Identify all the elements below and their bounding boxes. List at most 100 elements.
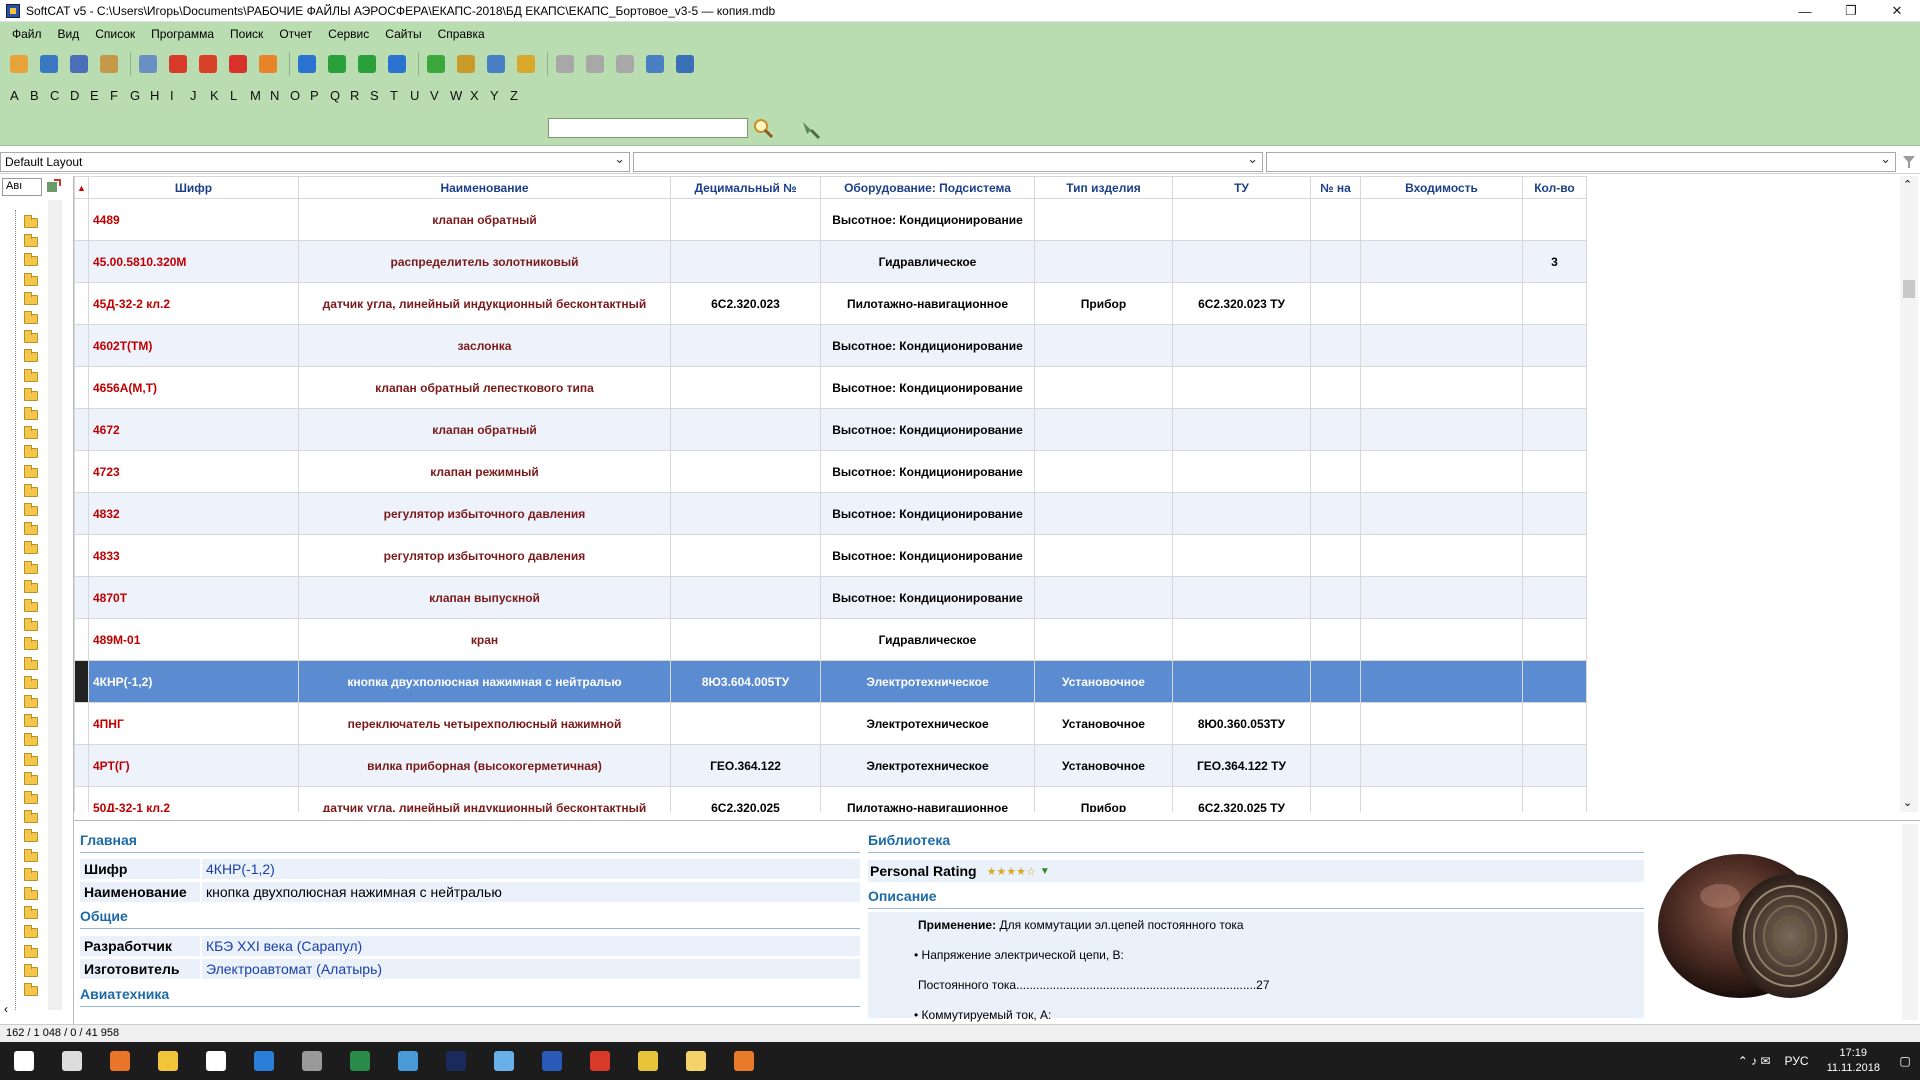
firefox-icon[interactable] (96, 1042, 144, 1080)
letter-filter[interactable]: S (370, 88, 390, 103)
row-indicator[interactable] (74, 198, 89, 241)
table-row[interactable]: 50Д-32-1 кл.2 датчик угла, линейный индук… (74, 786, 1587, 812)
tree-scrollbar[interactable] (48, 200, 62, 1010)
refresh-icon[interactable] (255, 51, 281, 77)
grid-vertical-scrollbar[interactable] (1900, 176, 1918, 812)
folder-icon[interactable] (24, 311, 38, 324)
folder-icon[interactable] (24, 733, 38, 747)
edge-icon[interactable] (240, 1042, 288, 1080)
folder-icon[interactable] (24, 483, 38, 497)
app-icon[interactable] (288, 1042, 336, 1080)
folder-icon[interactable] (24, 618, 38, 632)
letter-filter[interactable]: R (350, 88, 370, 103)
folder-icon[interactable] (24, 829, 38, 843)
folder-icon[interactable] (24, 234, 38, 248)
menu-item[interactable]: Программа (143, 27, 222, 41)
table-row[interactable]: 4833 регулятор избыточного давления Высотн… (74, 534, 1587, 577)
folder-icon[interactable] (24, 810, 38, 824)
clock[interactable]: 17:19 11.11.2018 (1827, 1046, 1880, 1076)
pdf-icon[interactable] (576, 1042, 624, 1080)
chrome-icon[interactable] (624, 1042, 672, 1080)
row-indicator[interactable] (74, 408, 89, 451)
table-row[interactable]: 4КНР(-1,2) кнопка двухполюсная нажимная с… (74, 660, 1587, 703)
folder-icon[interactable] (24, 253, 38, 267)
tree-mode-combo[interactable]: Авı (2, 178, 42, 196)
search-icon[interactable] (752, 117, 774, 139)
folder-icon[interactable] (24, 579, 38, 593)
letter-filter[interactable]: X (470, 88, 490, 103)
prev-icon[interactable] (324, 51, 350, 77)
letter-filter[interactable]: V (430, 88, 450, 103)
check-icon[interactable] (423, 51, 449, 77)
letter-filter[interactable]: G (130, 88, 150, 103)
minimize-button[interactable]: — (1782, 0, 1828, 22)
folder-icon[interactable] (24, 695, 38, 708)
monitor-icon[interactable] (36, 51, 62, 77)
folder-icon[interactable] (24, 848, 38, 862)
table-row[interactable]: 4672 клапан обратный Высотное: Кондиционир… (74, 408, 1587, 451)
menu-item[interactable]: Справка (430, 27, 493, 41)
folder-icon[interactable] (24, 291, 38, 305)
column-header[interactable]: Входимость (1360, 176, 1523, 199)
row-indicator[interactable] (74, 282, 89, 325)
column-header[interactable]: Кол-во (1522, 176, 1587, 199)
row-indicator[interactable] (74, 702, 89, 745)
letter-filter[interactable]: Z (510, 88, 530, 103)
folder-icon[interactable] (24, 675, 38, 689)
first-icon[interactable] (294, 51, 320, 77)
notification-icons[interactable]: ⌃ ♪ ✉ (1738, 1054, 1771, 1068)
menu-item[interactable]: Вид (50, 27, 88, 41)
store-icon[interactable] (192, 1042, 240, 1080)
menu-item[interactable]: Поиск (222, 27, 271, 41)
action-center-icon[interactable]: ▢ (1890, 1054, 1920, 1068)
folder-icon[interactable] (24, 349, 38, 363)
menu-item[interactable]: Сервис (320, 27, 377, 41)
details-scrollbar[interactable] (1902, 824, 1918, 1020)
next-icon[interactable] (354, 51, 380, 77)
filter-combo-3[interactable] (1266, 151, 1896, 172)
folder-icon[interactable] (24, 368, 38, 382)
clear-filter-icon[interactable] (1900, 152, 1918, 172)
letter-filter[interactable]: W (450, 88, 470, 103)
row-indicator[interactable] (74, 660, 89, 703)
column-header[interactable]: № на (1310, 176, 1361, 199)
last-icon[interactable] (384, 51, 410, 77)
table-row[interactable]: 4723 клапан режимный Высотное: Кондиционир… (74, 450, 1587, 493)
layout-combo[interactable]: Default Layout (0, 151, 630, 172)
row-indicator[interactable] (74, 786, 89, 812)
folder-icon[interactable] (24, 714, 38, 728)
folder-icon[interactable] (24, 445, 38, 459)
add-icon[interactable] (165, 51, 191, 77)
letter-filter[interactable]: O (290, 88, 310, 103)
folder-icon[interactable] (24, 791, 38, 804)
up-icon[interactable] (195, 51, 221, 77)
row-indicator[interactable] (74, 492, 89, 535)
rating-stars[interactable]: ★★★★☆ (987, 865, 1036, 878)
folder-icon[interactable] (24, 272, 38, 286)
table-row[interactable]: 4832 регулятор избыточного давления Высотн… (74, 492, 1587, 535)
table-row[interactable]: 45Д-32-2 кл.2 датчик угла, линейный индук… (74, 282, 1587, 325)
folder-icon[interactable] (24, 407, 38, 420)
row-indicator[interactable] (74, 450, 89, 493)
tree-scroll-left-icon[interactable]: ‹ (4, 1002, 14, 1016)
grid-scroll-down-icon[interactable]: ⌄ (1903, 796, 1912, 809)
letter-filter[interactable]: C (50, 88, 70, 103)
edit-check-icon[interactable] (453, 51, 479, 77)
folder-icon[interactable] (24, 387, 38, 401)
softcat-icon[interactable] (672, 1042, 720, 1080)
folder-icon[interactable] (24, 464, 38, 478)
grid-icon[interactable] (66, 51, 92, 77)
letter-filter[interactable]: B (30, 88, 50, 103)
table-row[interactable]: 4489 клапан обратный Высотное: Кондиционир… (74, 198, 1587, 241)
folder-icon[interactable] (24, 867, 38, 881)
folder-icon[interactable] (24, 426, 38, 440)
table-row[interactable]: 489М-01 кран Гидравлическое (74, 618, 1587, 661)
folder-icon[interactable] (24, 944, 38, 958)
table-row[interactable]: 4656А(М,Т) клапан обратный лепесткового т… (74, 366, 1587, 409)
row-indicator[interactable] (74, 618, 89, 661)
language-indicator[interactable]: РУС (1785, 1054, 1809, 1068)
column-header[interactable]: Тип изделия (1034, 176, 1173, 199)
sort-indicator-icon[interactable]: ▲ (74, 176, 89, 199)
letter-filter[interactable]: E (90, 88, 110, 103)
explorer-icon[interactable] (144, 1042, 192, 1080)
